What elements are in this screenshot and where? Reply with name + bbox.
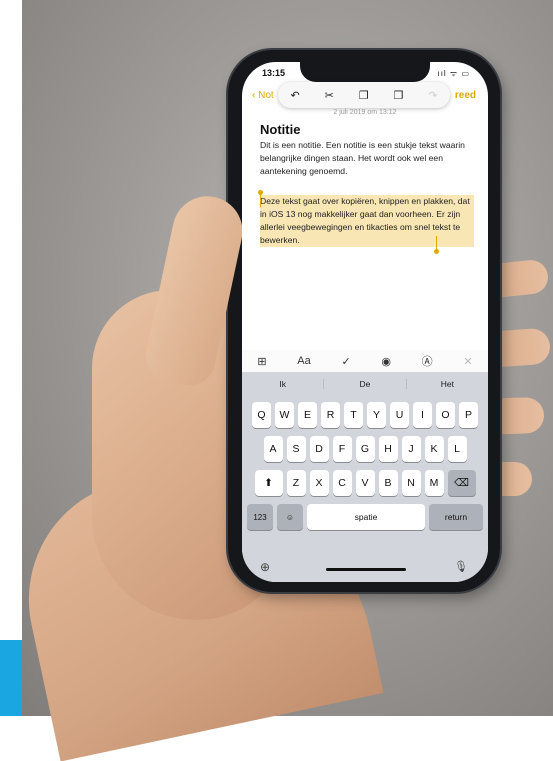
key[interactable]: V (355, 470, 375, 496)
selection-caret-start (260, 193, 261, 207)
selection-handle-end[interactable] (434, 249, 439, 254)
key[interactable]: Y (367, 402, 386, 428)
key[interactable]: K (424, 436, 444, 462)
text-style-icon[interactable]: Aa (297, 355, 310, 367)
close-icon[interactable]: ✕ (463, 355, 472, 368)
edit-toolbar: ↶ ✂ ❐ ❐ ↷ (278, 82, 450, 108)
space-key[interactable]: spatie (307, 504, 425, 530)
markup-icon[interactable]: Ⓐ (422, 353, 433, 369)
phone-screen: 13:15 ııl ᯤ ▭ ‹ Not reed ↶ ✂ ❐ ❐ ↷ 2 jul… (242, 62, 488, 582)
note-date: 2 juli 2019 om 13:12 (333, 109, 397, 116)
key[interactable]: F (332, 436, 352, 462)
suggestion-item[interactable]: Ik (242, 379, 325, 389)
key[interactable]: I (413, 402, 432, 428)
key[interactable]: B (378, 470, 398, 496)
note-title[interactable]: Notitie (260, 122, 300, 137)
key[interactable]: J (401, 436, 421, 462)
shift-key[interactable]: ⬆ (254, 470, 283, 496)
done-button[interactable]: reed (455, 90, 476, 101)
suggestion-item[interactable]: De (324, 379, 407, 389)
selection-caret-end (436, 236, 437, 250)
globe-icon[interactable]: ⊕ (260, 560, 270, 574)
key-row-1: Q W E R T Y U I O P (242, 402, 488, 428)
key[interactable]: A (263, 436, 283, 462)
key[interactable]: C (332, 470, 352, 496)
key[interactable]: M (424, 470, 444, 496)
status-time: 13:15 (262, 68, 286, 78)
suggestion-bar: Ik De Het (242, 372, 488, 396)
key[interactable]: T (344, 402, 363, 428)
keyboard: Ik De Het Q W E R T Y U I O P A S D F G … (242, 372, 488, 582)
format-toolbar: ⊞ Aa ✓ ◉ Ⓐ ✕ (242, 350, 488, 372)
redo-icon[interactable]: ↷ (428, 89, 437, 102)
key[interactable]: O (436, 402, 455, 428)
key[interactable]: G (355, 436, 375, 462)
key[interactable]: L (447, 436, 467, 462)
page-margin (0, 0, 22, 716)
status-icons: ııl ᯤ ▭ (437, 69, 470, 78)
suggestion-item[interactable]: Het (407, 379, 488, 389)
copy-icon[interactable]: ❐ (359, 89, 369, 102)
phone-notch (300, 62, 430, 82)
camera-icon[interactable]: ◉ (381, 355, 391, 368)
keyboard-bottom-bar: ⊕ 🎙 (242, 560, 488, 582)
key-row-4: 123 ☺ spatie return (242, 504, 488, 530)
key[interactable]: U (390, 402, 409, 428)
note-paragraph[interactable]: Dit is een notitie. Een notitie is een s… (260, 139, 474, 178)
key[interactable]: P (459, 402, 478, 428)
key[interactable]: R (321, 402, 340, 428)
key[interactable]: S (286, 436, 306, 462)
backspace-key[interactable]: ⌫ (447, 470, 476, 496)
key[interactable]: H (378, 436, 398, 462)
key[interactable]: Q (252, 402, 271, 428)
emoji-key[interactable]: ☺ (277, 504, 303, 530)
return-key[interactable]: return (429, 504, 483, 530)
paste-icon[interactable]: ❐ (393, 89, 403, 102)
key[interactable]: Z (286, 470, 306, 496)
checklist-icon[interactable]: ✓ (341, 355, 350, 368)
back-label: Not (258, 90, 274, 101)
back-button[interactable]: ‹ Not (252, 90, 274, 101)
key-row-2: A S D F G H J K L (242, 436, 488, 462)
key-row-3: ⬆ Z X C V B N M ⌫ (242, 470, 488, 496)
key[interactable]: N (401, 470, 421, 496)
brand-tab (0, 640, 22, 716)
numbers-key[interactable]: 123 (247, 504, 273, 530)
key[interactable]: W (275, 402, 294, 428)
selected-text[interactable]: Deze tekst gaat over kopiëren, knippen e… (260, 195, 474, 247)
key[interactable]: X (309, 470, 329, 496)
cut-icon[interactable]: ✂ (325, 89, 334, 102)
home-indicator[interactable] (326, 568, 406, 571)
key[interactable]: D (309, 436, 329, 462)
table-icon[interactable]: ⊞ (257, 355, 266, 368)
key[interactable]: E (298, 402, 317, 428)
undo-icon[interactable]: ↶ (290, 89, 299, 102)
microphone-icon[interactable]: 🎙 (454, 560, 468, 573)
